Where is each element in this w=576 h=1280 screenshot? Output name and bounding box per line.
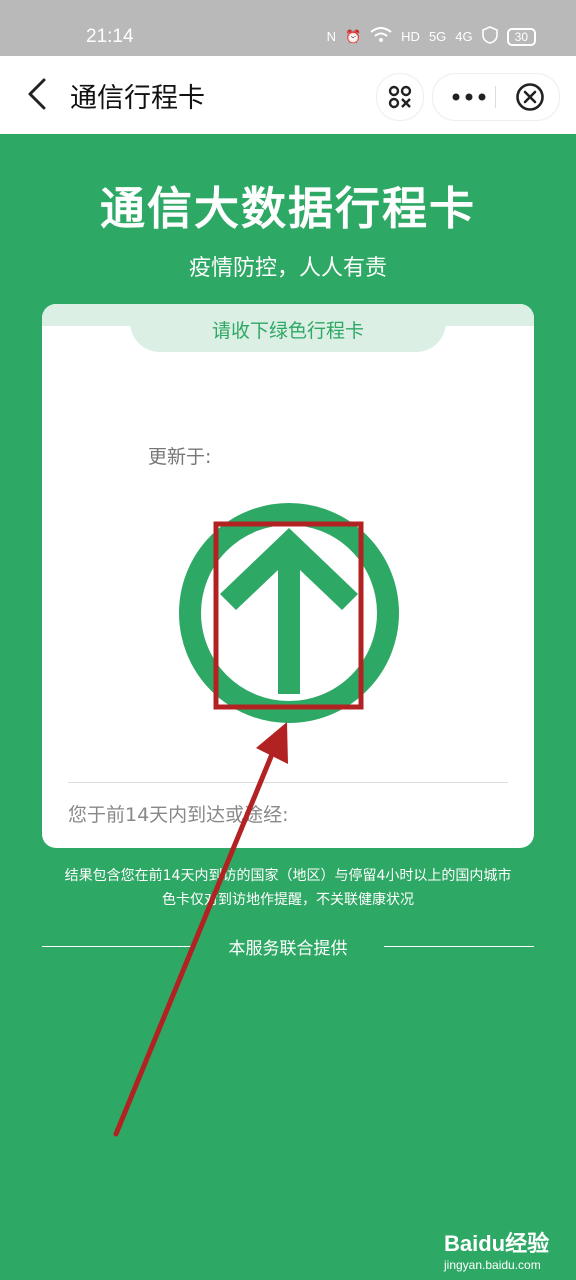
page-title: 通信行程卡 (70, 83, 205, 114)
battery-indicator: 30 (506, 27, 536, 46)
signal-4g-icon: 4G (455, 29, 473, 44)
itinerary-card: 请收下绿色行程卡 更新于: 您于前14天内到达或途经: (42, 304, 534, 848)
more-dots-icon (452, 93, 486, 101)
disclaimer-line-2: 色卡仅对到访地作提醒，不关联健康状况 (162, 892, 414, 908)
scan-icon (388, 85, 412, 109)
watermark-brand: Baidu经验 (444, 1231, 550, 1256)
status-time: 21:14 (86, 26, 134, 47)
shield-icon (481, 26, 498, 47)
scan-button[interactable] (376, 73, 424, 121)
status-icons: N ⏰ HD 5G 4G 30 (327, 26, 536, 47)
disclaimer-line-1: 结果包含您在前14天内到访的国家（地区）与停留4小时以上的国内城市 (64, 868, 512, 884)
wifi-icon (370, 27, 392, 46)
route-label: 您于前14天内到达或途经: (68, 804, 289, 826)
back-button[interactable] (22, 74, 52, 114)
hd-icon: HD (401, 29, 420, 44)
more-button[interactable] (449, 78, 489, 116)
alarm-icon: ⏰ (344, 28, 362, 44)
card-tab-label: 请收下绿色行程卡 (211, 320, 364, 342)
status-bar: 21:14 N ⏰ HD 5G 4G 30 (0, 0, 576, 56)
chevron-left-icon (28, 78, 46, 110)
updated-label: 更新于: (148, 446, 212, 468)
capsule-divider (495, 86, 496, 108)
close-button[interactable] (511, 78, 549, 116)
watermark-url: jingyan.baidu.com (444, 1258, 541, 1272)
provider-footer: 本服务联合提供 (42, 934, 534, 959)
nav-bar: 通信行程卡 (0, 56, 576, 134)
footer-line-right (384, 946, 534, 947)
hero-title: 通信大数据行程卡 (99, 182, 476, 235)
close-circle-icon (516, 83, 544, 111)
card-divider (68, 782, 508, 783)
signal-5g-icon: 5G (428, 29, 447, 44)
hero-subtitle: 疫情防控，人人有责 (188, 256, 387, 281)
disclaimer-note: 结果包含您在前14天内到访的国家（地区）与停留4小时以上的国内城市 色卡仅对到访… (0, 864, 576, 912)
nfc-icon: N (326, 29, 336, 44)
mini-program-capsule (432, 73, 560, 121)
up-arrow-circle-icon (179, 503, 399, 723)
baidu-watermark: Baidu经验 jingyan.baidu.com (440, 1218, 570, 1274)
